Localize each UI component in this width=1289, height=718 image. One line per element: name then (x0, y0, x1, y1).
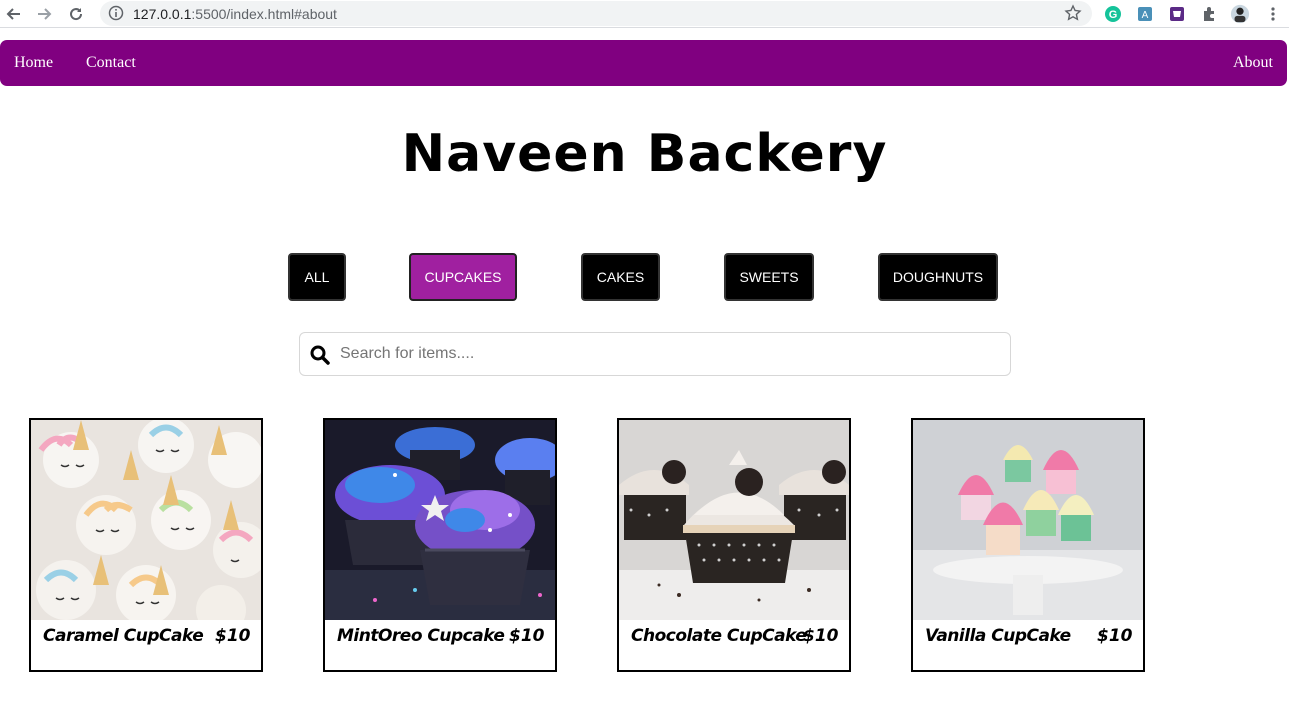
filter-doughnuts-button[interactable]: DOUGHNUTS (878, 253, 998, 301)
nav-contact-link[interactable]: Contact (86, 54, 136, 72)
product-card[interactable]: Caramel CupCake $10 (29, 418, 263, 672)
nav-home-link[interactable]: Home (14, 54, 53, 72)
product-name: Chocolate CupCake (631, 626, 807, 646)
site-navbar: Home Contact About (0, 40, 1287, 86)
info-icon[interactable] (108, 5, 124, 21)
pink-vanilla-cupcakes-image (913, 420, 1143, 620)
product-price: $10 (509, 626, 545, 646)
back-icon[interactable] (4, 4, 24, 24)
grammarly-icon[interactable]: G (1103, 4, 1123, 24)
product-card[interactable]: Chocolate CupCake $10 (617, 418, 851, 672)
oreo-cupcakes-image (619, 420, 849, 620)
reload-icon[interactable] (66, 4, 86, 24)
nav-about-link[interactable]: About (1233, 54, 1273, 72)
galaxy-cupcakes-image (325, 420, 555, 620)
filter-all-button[interactable]: ALL (288, 253, 346, 301)
product-name: Caramel CupCake (43, 626, 204, 646)
product-card[interactable]: Vanilla CupCake $10 (911, 418, 1145, 672)
puzzle-icon[interactable] (1199, 4, 1219, 24)
search-box (299, 332, 1011, 376)
extension-a-icon[interactable]: A (1135, 4, 1155, 24)
address-bar[interactable]: 127.0.0.1:5500/index.html#about (100, 1, 1092, 26)
search-input[interactable] (340, 341, 1000, 367)
product-price: $10 (803, 626, 839, 646)
menu-dots-icon[interactable] (1263, 4, 1283, 24)
product-card[interactable]: MintOreo Cupcake $10 (323, 418, 557, 672)
forward-icon[interactable] (34, 4, 54, 24)
svg-text:A: A (1142, 10, 1149, 21)
product-price: $10 (1097, 626, 1133, 646)
product-name: Vanilla CupCake (925, 626, 1071, 646)
product-price: $10 (215, 626, 251, 646)
extension-purple-icon[interactable] (1167, 4, 1187, 24)
star-icon[interactable] (1064, 4, 1082, 22)
unicorn-cupcakes-image (31, 420, 261, 620)
browser-toolbar: 127.0.0.1:5500/index.html#about G A (0, 0, 1289, 28)
search-icon (310, 345, 330, 365)
filter-cupcakes-button[interactable]: CUPCAKES (409, 253, 517, 301)
svg-text:G: G (1109, 9, 1118, 21)
url-text: 127.0.0.1:5500/index.html#about (133, 6, 337, 22)
product-name: MintOreo Cupcake (337, 626, 505, 646)
profile-avatar[interactable] (1230, 4, 1250, 24)
filter-cakes-button[interactable]: CAKES (581, 253, 660, 301)
page-title: Naveen Backery (401, 124, 888, 184)
filter-sweets-button[interactable]: SWEETS (724, 253, 814, 301)
